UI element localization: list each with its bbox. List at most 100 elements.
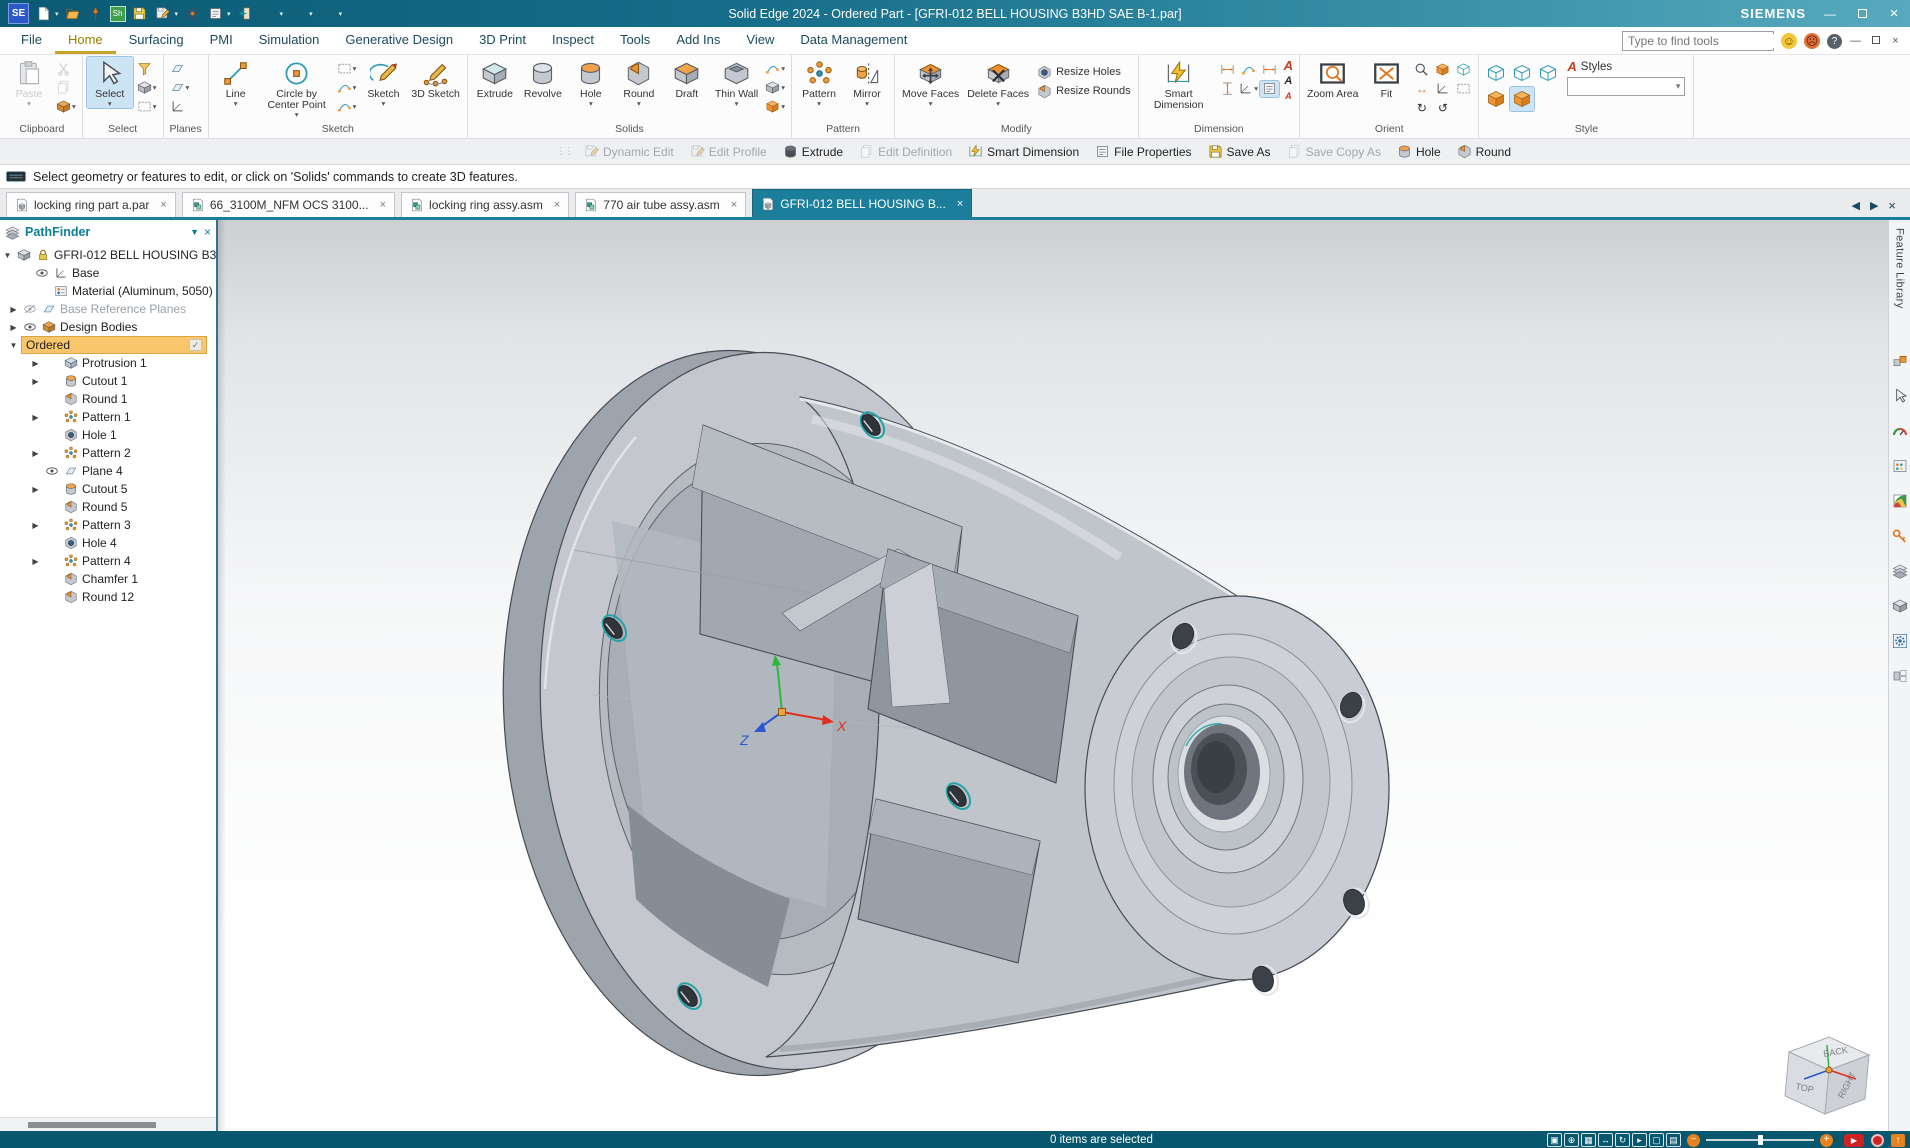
zoom-slider-thumb[interactable] <box>1758 1135 1763 1145</box>
dropdown-arrow-icon[interactable]: ▾ <box>280 10 284 18</box>
dynamic-edit-button[interactable]: Dynamic Edit <box>576 139 682 164</box>
scrollbar-thumb[interactable] <box>28 1122 156 1128</box>
video-button[interactable]: ▶ <box>1844 1134 1864 1147</box>
revolve-button[interactable]: Revolve <box>520 57 566 101</box>
minimize-button[interactable]: — <box>1822 7 1838 21</box>
eye-off-icon[interactable] <box>23 302 37 316</box>
draft-button[interactable]: Draft <box>664 57 710 101</box>
angle-between-icon[interactable] <box>1241 62 1256 77</box>
coordinate-system-button[interactable] <box>168 97 192 115</box>
delete-faces-button[interactable]: Delete Faces▾ <box>964 57 1032 108</box>
circle-by-center-point-button[interactable]: Circle by Center Point▾ <box>261 57 333 119</box>
extrude-button[interactable]: Extrude <box>472 57 518 101</box>
more-planes-button[interactable]: ▾ <box>168 78 192 96</box>
tree-feature-pattern-3[interactable]: ▶Pattern 3 <box>0 516 216 534</box>
menu-add-ins[interactable]: Add Ins <box>663 27 733 54</box>
cut-button[interactable] <box>54 59 78 77</box>
paste-button[interactable]: Paste▾ <box>6 57 52 108</box>
zoom-in-button[interactable]: + <box>1820 1134 1833 1147</box>
save-as-button[interactable]: Save As <box>1200 139 1279 164</box>
record-button[interactable] <box>1871 1134 1884 1147</box>
rectangle-button[interactable]: ▾ <box>335 59 359 77</box>
menu-home[interactable]: Home <box>55 27 116 54</box>
tree-feature-round-12[interactable]: Round 12 <box>0 588 216 606</box>
dropdown-arrow-icon[interactable]: ▾ <box>339 10 343 18</box>
move-faces-button[interactable]: Move Faces▾ <box>899 57 962 108</box>
performance-gauge-icon[interactable] <box>1892 423 1908 439</box>
tree-feature-pattern-2[interactable]: ▶Pattern 2 <box>0 444 216 462</box>
3d-model-canvas[interactable]: X Z BACK TOP RIGHT <box>218 220 1888 1131</box>
symmetric-diameter-icon[interactable] <box>1220 81 1235 96</box>
eye-icon[interactable] <box>23 320 37 334</box>
bell-housing-model[interactable] <box>479 334 1389 1092</box>
tree-feature-pattern-4[interactable]: ▶Pattern 4 <box>0 552 216 570</box>
line-button[interactable]: Line▾ <box>213 57 259 108</box>
feedback-frown-icon[interactable]: ☹ <box>1804 33 1820 49</box>
tree-feature-round-5[interactable]: Round 5 <box>0 498 216 516</box>
distance-between-icon[interactable] <box>1220 62 1235 77</box>
smart-dimension-button[interactable]: Smart Dimension <box>1143 57 1215 112</box>
restore-button[interactable] <box>1854 7 1870 21</box>
hidden-edges-style-button[interactable] <box>1510 61 1534 85</box>
status-zoom-icon[interactable]: ⊕ <box>1564 1133 1579 1147</box>
tree-item-ordered[interactable]: ▼Ordered✓ <box>0 336 216 354</box>
close-button[interactable]: × <box>1886 5 1902 22</box>
menu-surfacing[interactable]: Surfacing <box>116 27 197 54</box>
hole-button[interactable]: Hole▾ <box>568 57 614 108</box>
tree-feature-chamfer-1[interactable]: Chamfer 1 <box>0 570 216 588</box>
customize-tools-icon[interactable] <box>1892 388 1908 404</box>
tree-feature-cutout-5[interactable]: ▶Cutout 5 <box>0 480 216 498</box>
eye-icon[interactable] <box>35 266 49 280</box>
options-panel-icon[interactable] <box>1892 458 1908 474</box>
configuration-icon[interactable] <box>1892 668 1908 684</box>
pin-icon[interactable] <box>87 5 105 23</box>
sharepoint-badge-icon[interactable]: Sh <box>110 6 126 22</box>
menu-inspect[interactable]: Inspect <box>539 27 607 54</box>
edit-profile-button[interactable]: Edit Profile <box>682 139 775 164</box>
tab-66-3100m[interactable]: 66_3100M_NFM OCS 3100...× <box>182 192 395 217</box>
pan-icon[interactable]: ↔ <box>1416 82 1428 96</box>
menu-data-management[interactable]: Data Management <box>787 27 920 54</box>
redo-icon[interactable] <box>288 5 306 23</box>
text-grow-icon[interactable]: A <box>1284 74 1292 88</box>
helix-button[interactable]: ▾ <box>763 59 787 77</box>
visible-edges-style-button[interactable] <box>1484 61 1508 85</box>
dimension-style-button[interactable] <box>1260 81 1279 97</box>
round-button[interactable]: Round▾ <box>616 57 662 108</box>
save-copy-as-button[interactable]: Save Copy As <box>1279 139 1389 164</box>
wireframe-style-button[interactable] <box>1536 61 1560 85</box>
refresh-icon[interactable] <box>318 5 336 23</box>
rotate-icon[interactable]: ↻ <box>1417 101 1427 115</box>
copy-button[interactable] <box>54 78 78 96</box>
tab-770-air-tube[interactable]: 770 air tube assy.asm× <box>575 192 746 217</box>
tab-close-icon[interactable]: × <box>554 199 560 211</box>
save-icon[interactable] <box>131 5 149 23</box>
status-select-icon[interactable]: ▸ <box>1632 1133 1647 1147</box>
menu-tools[interactable]: Tools <box>607 27 663 54</box>
feedback-smile-icon[interactable]: ☺ <box>1781 33 1797 49</box>
close-document-button[interactable]: × <box>1889 35 1902 47</box>
bodies-icon[interactable] <box>1892 598 1908 614</box>
tab-scroll-back-icon[interactable]: ◀ <box>1851 199 1859 212</box>
spin-icon[interactable]: ↺ <box>1438 101 1448 115</box>
dimension-options-button[interactable]: ▾ <box>1236 81 1260 96</box>
tab-close-icon[interactable]: × <box>957 198 963 210</box>
status-clipboard-icon[interactable]: ▤ <box>1666 1133 1681 1147</box>
named-views-icon[interactable] <box>1456 81 1471 96</box>
3d-sketch-button[interactable]: 3D Sketch <box>408 57 462 101</box>
pathfinder-hscrollbar[interactable] <box>0 1117 216 1131</box>
curve-button[interactable]: ▾ <box>335 97 359 115</box>
zoom-slider[interactable] <box>1706 1139 1814 1141</box>
menu-generative-design[interactable]: Generative Design <box>332 27 466 54</box>
settings-gear-icon[interactable] <box>1892 633 1908 649</box>
styles-dropdown[interactable]: ▾ <box>1567 77 1685 96</box>
tree-feature-round-1[interactable]: Round 1 <box>0 390 216 408</box>
view-orientation-icon[interactable] <box>1435 81 1450 96</box>
dropdown-arrow-icon[interactable]: ▾ <box>55 10 59 18</box>
thin-wall-button[interactable]: Thin Wall▾ <box>712 57 761 108</box>
tree-feature-pattern-1[interactable]: ▶Pattern 1 <box>0 408 216 426</box>
dropdown-arrow-icon[interactable]: ▾ <box>309 10 313 18</box>
tab-list-close-icon[interactable]: × <box>1888 198 1896 213</box>
status-pan-icon[interactable]: ↔ <box>1598 1133 1613 1147</box>
rotate-view-icon[interactable] <box>1435 62 1450 77</box>
